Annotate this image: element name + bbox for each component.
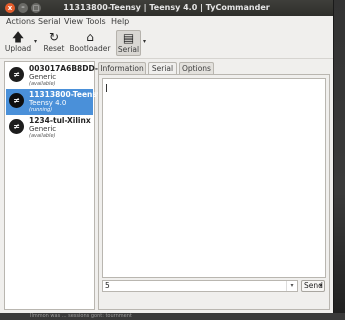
menu-serial[interactable]: Serial: [38, 17, 61, 27]
text-cursor: [106, 84, 107, 92]
send-button[interactable]: Send ▾: [301, 280, 325, 292]
board-name: 003017A6B8DD-D: [29, 64, 105, 73]
serial-label: Serial: [117, 45, 140, 54]
arrow-up-icon: 🡅: [11, 30, 25, 44]
tab-options[interactable]: Options: [179, 62, 214, 74]
bootloader-button[interactable]: ⌂ Bootloader: [69, 30, 111, 56]
reset-label: Reset: [43, 44, 65, 53]
app-window: x – □ 11313800-Teensy | Teensy 4.0 | TyC…: [0, 0, 334, 313]
refresh-icon: ↻: [48, 30, 60, 44]
bootloader-label: Bootloader: [69, 44, 111, 53]
menu-bar: Actions Serial View Tools Help: [0, 16, 333, 28]
menu-help[interactable]: Help: [111, 17, 129, 27]
input-history-dropdown-icon[interactable]: ▾: [286, 281, 297, 291]
board-name: 11313800-Teensy: [29, 90, 102, 99]
menu-actions[interactable]: Actions: [6, 17, 35, 27]
serial-toggle-button[interactable]: ▤ Serial: [116, 30, 141, 56]
maximize-window-button[interactable]: □: [31, 3, 41, 13]
serial-input-value: 5: [105, 281, 110, 290]
menu-tools[interactable]: Tools: [86, 17, 106, 27]
board-list[interactable]: ≠ 003017A6B8DD-D Generic (available) ≠ 1…: [4, 61, 104, 310]
send-row: 5 ▾ Send ▾: [102, 280, 326, 292]
menu-view[interactable]: View: [64, 17, 83, 27]
serial-output[interactable]: [102, 78, 326, 278]
desktop-bottom-text: Ilmmon was ... sessions gont: tournment: [30, 313, 132, 319]
send-dropdown-arrow-icon[interactable]: ▾: [319, 281, 322, 291]
board-model: Generic: [29, 125, 57, 133]
serial-panel: 5 ▾ Send ▾: [98, 74, 330, 310]
tab-information[interactable]: Information: [98, 62, 146, 74]
board-model: Teensy 4.0: [29, 99, 67, 107]
title-bar: x – □ 11313800-Teensy | Teensy 4.0 | TyC…: [0, 0, 333, 16]
board-status: (available): [29, 81, 56, 87]
minimize-window-button[interactable]: –: [18, 3, 28, 13]
board-icon: ≠: [9, 119, 24, 134]
board-icon: ≠: [9, 67, 24, 82]
upload-dropdown-arrow-icon[interactable]: ▾: [34, 38, 37, 45]
serial-dropdown-arrow-icon[interactable]: ▾: [143, 38, 146, 45]
board-item[interactable]: ≠ 1234-tul-Xilinx Generic (available): [6, 115, 93, 141]
board-icon: ≠: [9, 93, 24, 108]
desktop-background-right: [334, 0, 345, 320]
close-window-button[interactable]: x: [5, 3, 15, 13]
reset-button[interactable]: ↻ Reset: [41, 30, 67, 56]
board-status: (available): [29, 133, 56, 139]
board-model: Generic: [29, 73, 57, 81]
upload-button[interactable]: 🡅 Upload: [3, 30, 33, 56]
window-title: 11313800-Teensy | Teensy 4.0 | TyCommand…: [63, 3, 270, 12]
toolbar: 🡅 Upload ▾ ↻ Reset ⌂ Bootloader ▤ Serial…: [0, 28, 333, 59]
board-status: (running): [29, 107, 53, 113]
serial-input[interactable]: 5 ▾: [102, 280, 298, 292]
upload-label: Upload: [4, 44, 32, 53]
board-name: 1234-tul-Xilinx: [29, 116, 91, 125]
home-icon: ⌂: [86, 30, 94, 44]
board-item[interactable]: ≠ 003017A6B8DD-D Generic (available): [6, 63, 104, 89]
board-item-selected[interactable]: ≠ 11313800-Teensy Teensy 4.0 (running): [6, 89, 102, 115]
desktop-background-bottom: Ilmmon was ... sessions gont: tournment: [0, 313, 345, 320]
monitor-icon: ▤: [122, 31, 135, 45]
